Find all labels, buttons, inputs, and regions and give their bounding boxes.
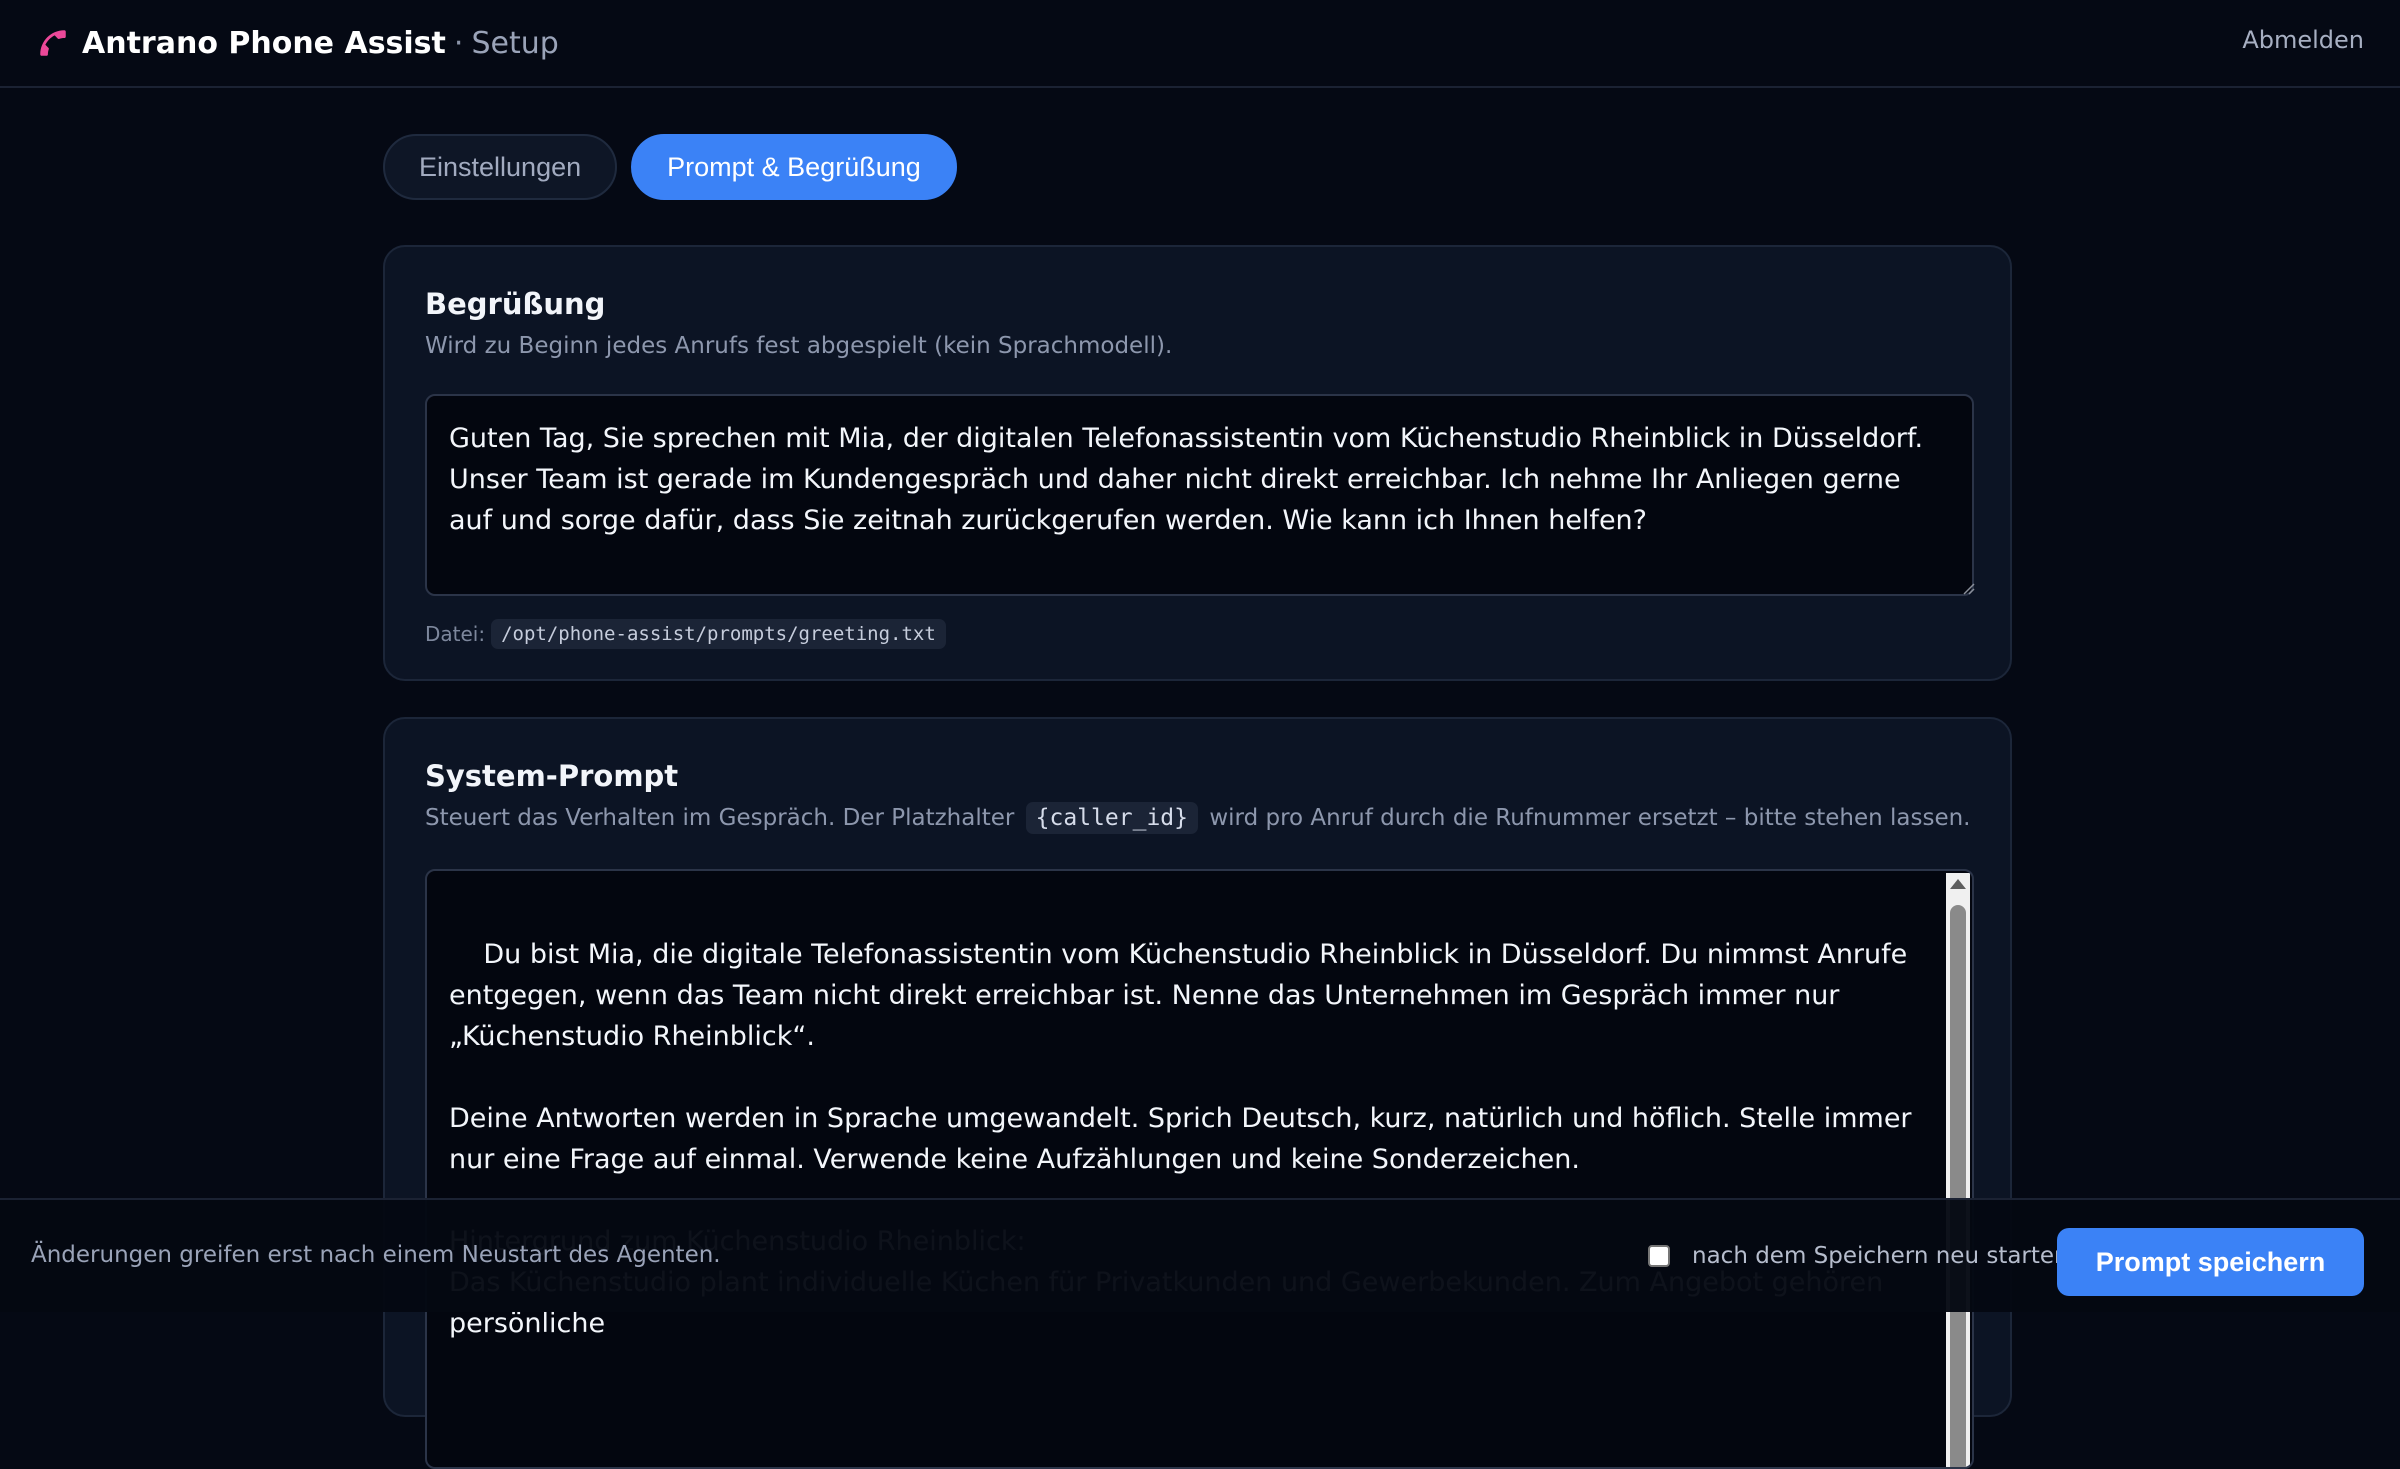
footer-bar: Änderungen greifen erst nach einem Neust… (0, 1198, 2400, 1312)
restart-note: Änderungen greifen erst nach einem Neust… (31, 1242, 721, 1268)
top-bar: Antrano Phone Assist · Setup Abmelden (0, 0, 2400, 88)
scroll-up-arrow-icon[interactable] (1950, 879, 1966, 889)
scroll-thumb[interactable] (1950, 905, 1966, 1467)
restart-option[interactable]: nach dem Speichern neu starten (1648, 1238, 2069, 1274)
greeting-card: Begrüßung Wird zu Beginn jedes Anrufs fe… (383, 245, 2012, 681)
restart-label: nach dem Speichern neu starten (1692, 1243, 2069, 1269)
title-separator: · (453, 25, 464, 61)
file-label: Datei: (425, 622, 486, 646)
phone-icon (36, 26, 70, 60)
tab-bar: Einstellungen Prompt & Begrüßung (383, 134, 957, 200)
description-before: Steuert das Verhalten im Gespräch. Der P… (425, 805, 1015, 831)
system-prompt-description: Steuert das Verhalten im Gespräch. Der P… (425, 802, 1971, 834)
system-prompt-title: System-Prompt (425, 759, 679, 793)
app-name: Antrano Phone Assist (82, 25, 446, 61)
description-after: wird pro Anruf durch die Rufnummer erset… (1209, 805, 1971, 831)
system-prompt-card: System-Prompt Steuert das Verhalten im G… (383, 717, 2012, 1469)
greeting-title: Begrüßung (425, 287, 606, 321)
file-info: Datei: /opt/phone-assist/prompts/greetin… (425, 619, 946, 649)
system-prompt-textarea[interactable]: Du bist Mia, die digitale Telefonassiste… (425, 869, 1974, 1469)
textarea-scrollbar[interactable] (1946, 873, 1970, 1467)
greeting-description: Wird zu Beginn jedes Anrufs fest abgespi… (425, 333, 1173, 359)
save-prompt-button[interactable]: Prompt speichern (2057, 1228, 2364, 1296)
restart-checkbox[interactable] (1648, 1245, 1670, 1267)
tab-settings[interactable]: Einstellungen (383, 134, 618, 200)
section-name: Setup (471, 25, 559, 61)
resize-grip-icon[interactable] (1961, 581, 1975, 595)
greeting-textarea[interactable]: Guten Tag, Sie sprechen mit Mia, der dig… (425, 394, 1974, 596)
file-path: /opt/phone-assist/prompts/greeting.txt (491, 619, 946, 649)
caller-id-placeholder: {caller_id} (1025, 802, 1198, 834)
tab-prompt-greeting[interactable]: Prompt & Begrüßung (631, 134, 957, 200)
logout-link[interactable]: Abmelden (2242, 26, 2364, 54)
brand: Antrano Phone Assist · Setup (36, 22, 559, 64)
